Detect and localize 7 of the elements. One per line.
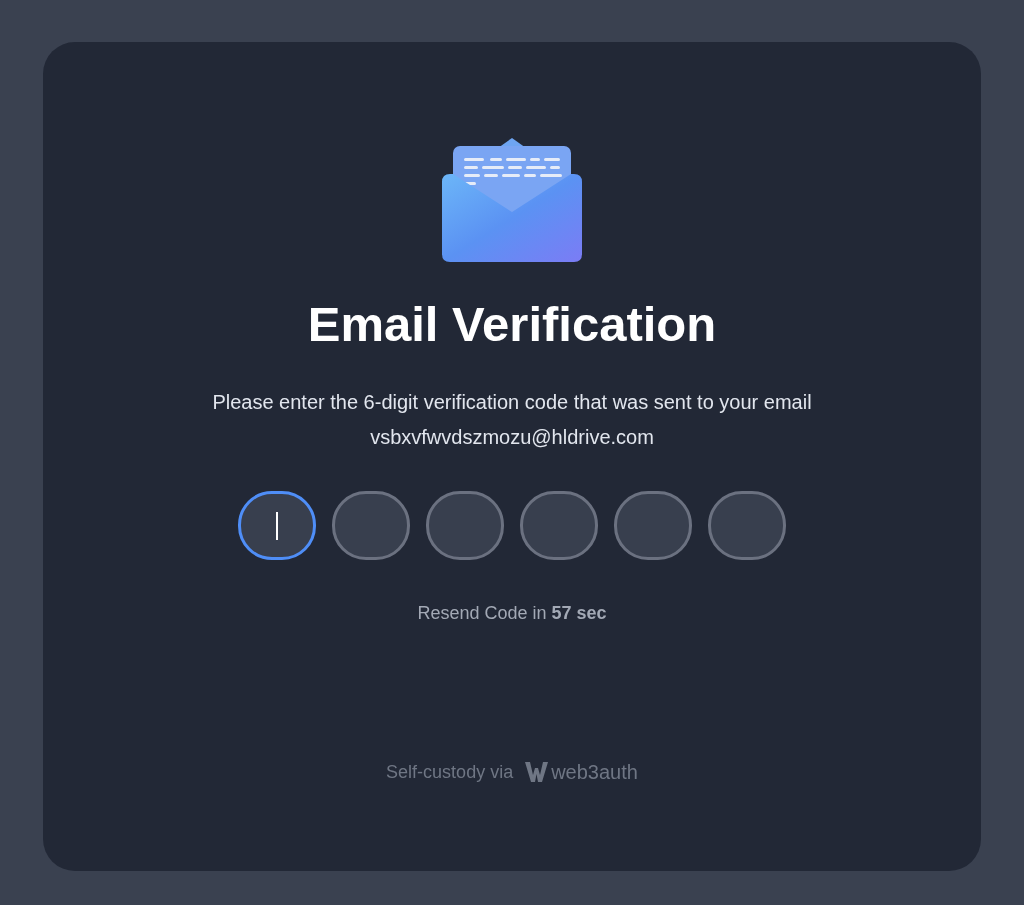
instruction-text: Please enter the 6-digit verification code that was sent to your email vsbxvfwvdszmozu@hldrive.com [212, 390, 812, 451]
envelope-icon [440, 136, 584, 264]
brand-name: web3auth [551, 760, 638, 786]
resend-countdown: Resend Code in 57 sec [417, 602, 607, 626]
page-title: Email Verification [307, 296, 717, 353]
logo-icon [525, 762, 550, 783]
footer-text: Self-custody via [386, 760, 514, 784]
